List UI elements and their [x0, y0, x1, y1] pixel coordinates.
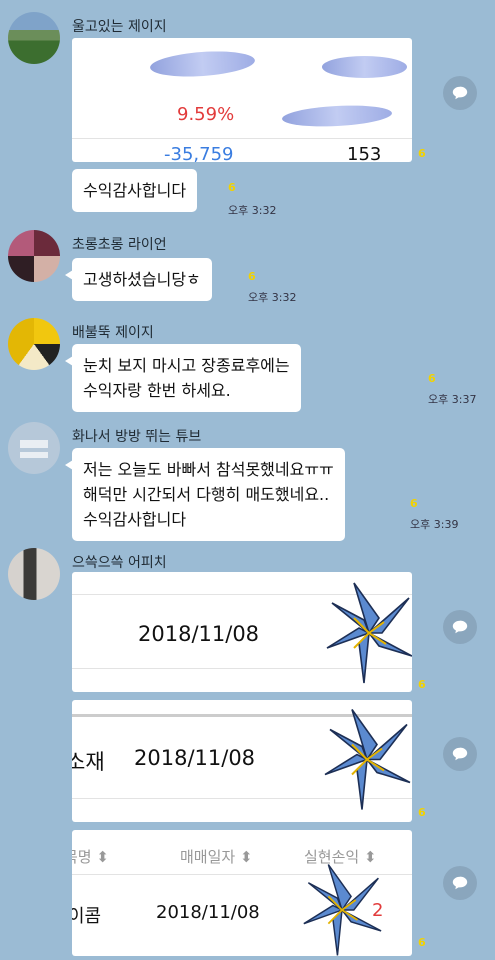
sender-name: 으쓱으쓱 어피치 [72, 555, 167, 571]
redaction-scribble [149, 48, 256, 80]
trade-date: 2018/11/08 [156, 902, 260, 923]
message-bubble[interactable]: 수익감사합니다 [72, 169, 198, 212]
stock-name-fragment: 이콤 [72, 906, 102, 927]
trade-date: 2018/11/08 [138, 622, 260, 646]
redaction-scribble [281, 103, 393, 129]
message-time: 오후 3:32 [248, 291, 297, 304]
sender-name: 화나서 방방 뛰는 튜브 [72, 429, 202, 445]
sender-name: 울고있는 제이지 [72, 19, 167, 35]
unread-count: 6 [248, 270, 256, 283]
trade-date: 2018/11/08 [134, 746, 256, 770]
unread-count: 6 [418, 936, 426, 949]
unread-count: 6 [228, 181, 236, 194]
chat-bubble-icon [452, 86, 468, 100]
profit-rate: 9.59% [177, 104, 235, 125]
sender-name: 배불뚝 제이지 [72, 325, 154, 341]
share-button[interactable] [443, 866, 477, 900]
stock-name-fragment: 소재 [72, 750, 105, 774]
sender-name: 초롱초롱 라이언 [72, 237, 167, 253]
column-header: 매매일자 ⬍ [180, 848, 253, 866]
message-bubble[interactable]: 눈치 보지 마시고 장종료후에는 수익자랑 한번 하세요. [65, 344, 301, 412]
unread-count: 6 [418, 678, 426, 691]
image-message[interactable]: 9.59% -35,759 153 [72, 38, 412, 162]
message-time: 오후 3:37 [428, 393, 477, 406]
image-message[interactable]: 소재 2018/11/08 [72, 700, 412, 822]
message-time: 오후 3:32 [228, 204, 277, 217]
quantity-value: 153 [347, 144, 382, 162]
share-button[interactable] [443, 76, 477, 110]
column-header: 목명 ⬍ [72, 848, 109, 866]
unread-count: 6 [410, 497, 418, 510]
lily-sticker [324, 709, 411, 810]
divider [72, 138, 412, 139]
loss-value: -35,759 [164, 144, 234, 162]
chat-bubble-icon [452, 620, 468, 634]
lily-sticker [303, 864, 382, 956]
redaction-scribble [322, 56, 407, 78]
chat-bubble-icon [452, 876, 468, 890]
message-bubble[interactable]: 고생하셨습니당ㅎ [65, 258, 212, 301]
share-button[interactable] [443, 610, 477, 644]
avatar[interactable] [8, 422, 60, 474]
share-button[interactable] [443, 737, 477, 771]
message-bubble[interactable]: 저는 오늘도 바빠서 참석못했네요ㅠㅠ 해덕만 시간되서 다행히 매도했네요..… [65, 448, 345, 541]
unread-count: 6 [428, 372, 436, 385]
avatar[interactable] [8, 230, 60, 282]
unread-count: 6 [418, 147, 426, 160]
avatar[interactable] [8, 548, 60, 600]
avatar[interactable] [8, 318, 60, 370]
lily-sticker [326, 582, 412, 684]
message-time: 오후 3:39 [410, 518, 459, 531]
chat-bubble-icon [452, 747, 468, 761]
avatar[interactable] [8, 12, 60, 64]
unread-count: 6 [418, 806, 426, 819]
image-message[interactable]: 2018/11/08 [72, 572, 412, 692]
image-message[interactable]: 목명 ⬍ 매매일자 ⬍ 실현손익 ⬍ 이콤 2018/11/08 2 [72, 830, 412, 956]
